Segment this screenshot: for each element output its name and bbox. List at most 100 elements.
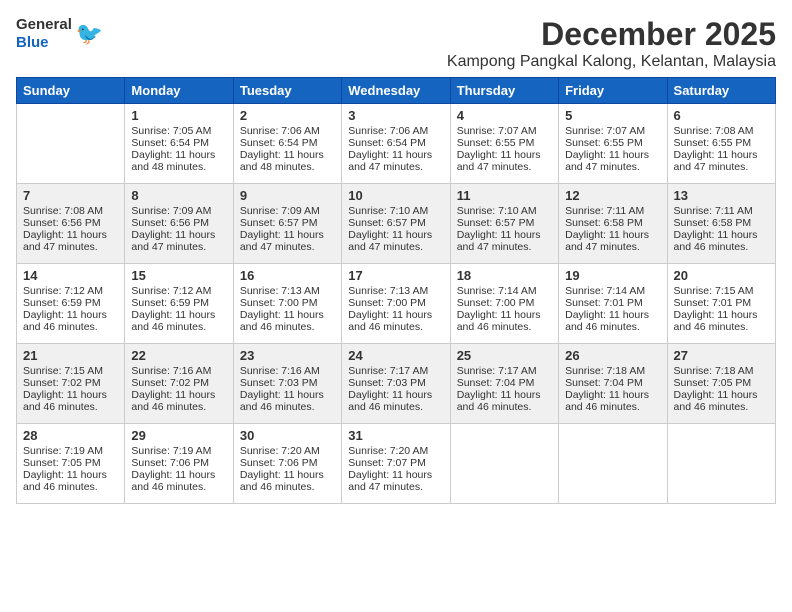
header-thursday: Thursday [450,78,558,104]
calendar-cell: 2 Sunrise: 7:06 AMSunset: 6:54 PMDaylight… [233,104,341,184]
sunset-text: Sunset: 7:02 PM [131,377,226,389]
sunset-text: Sunset: 7:01 PM [674,297,769,309]
sunrise-text: Sunrise: 7:19 AM [131,445,226,457]
day-number: 8 [131,188,226,203]
sunrise-text: Sunrise: 7:18 AM [674,365,769,377]
daylight-text: Daylight: 11 hours and 46 minutes. [131,389,226,413]
daylight-text: Daylight: 11 hours and 46 minutes. [348,389,443,413]
daylight-text: Daylight: 11 hours and 46 minutes. [457,309,552,333]
daylight-text: Daylight: 11 hours and 46 minutes. [674,389,769,413]
sunset-text: Sunset: 6:57 PM [457,217,552,229]
sunset-text: Sunset: 6:55 PM [457,137,552,149]
sunset-text: Sunset: 7:01 PM [565,297,660,309]
sunrise-text: Sunrise: 7:14 AM [457,285,552,297]
sunset-text: Sunset: 7:06 PM [131,457,226,469]
sunrise-text: Sunrise: 7:12 AM [23,285,118,297]
day-number: 3 [348,108,443,123]
sunrise-text: Sunrise: 7:12 AM [131,285,226,297]
day-number: 4 [457,108,552,123]
sunset-text: Sunset: 6:55 PM [565,137,660,149]
sunrise-text: Sunrise: 7:07 AM [457,125,552,137]
sunset-text: Sunset: 7:00 PM [240,297,335,309]
daylight-text: Daylight: 11 hours and 47 minutes. [565,229,660,253]
sunrise-text: Sunrise: 7:17 AM [457,365,552,377]
calendar-cell: 29Sunrise: 7:19 AMSunset: 7:06 PMDayligh… [125,424,233,504]
calendar-cell: 26Sunrise: 7:18 AMSunset: 7:04 PMDayligh… [559,344,667,424]
sunset-text: Sunset: 6:56 PM [23,217,118,229]
sunset-text: Sunset: 7:05 PM [674,377,769,389]
sunset-text: Sunset: 6:58 PM [565,217,660,229]
calendar-cell [17,104,125,184]
day-number: 14 [23,268,118,283]
day-number: 10 [348,188,443,203]
sunrise-text: Sunrise: 7:18 AM [565,365,660,377]
header-tuesday: Tuesday [233,78,341,104]
daylight-text: Daylight: 11 hours and 46 minutes. [23,389,118,413]
sunset-text: Sunset: 7:00 PM [348,297,443,309]
sunset-text: Sunset: 6:57 PM [240,217,335,229]
calendar-cell: 8 Sunrise: 7:09 AMSunset: 6:56 PMDaylight… [125,184,233,264]
sunset-text: Sunset: 6:56 PM [131,217,226,229]
calendar-cell: 4Sunrise: 7:07 AMSunset: 6:55 PMDaylight… [450,104,558,184]
day-number: 5 [565,108,660,123]
day-number: 9 [240,188,335,203]
calendar-week-row: 28 Sunrise: 7:19 AM Sunset: 7:05 PMDayligh… [17,424,776,504]
sunrise-text: Sunrise: 7:06 AM [348,125,443,137]
sunset-text: Sunset: 6:54 PM [348,137,443,149]
logo-bird-icon: 🐦 [76,21,103,47]
calendar-cell: 20Sunrise: 7:15 AMSunset: 7:01 PMDayligh… [667,264,775,344]
calendar-week-row: 7Sunrise: 7:08 AMSunset: 6:56 PMDaylight… [17,184,776,264]
day-number: 17 [348,268,443,283]
calendar-cell: 3Sunrise: 7:06 AMSunset: 6:54 PMDaylight… [342,104,450,184]
sunrise-text: Sunrise: 7:15 AM [23,365,118,377]
daylight-text: Daylight: 11 hours and 47 minutes. [565,149,660,173]
daylight-text: Daylight: 11 hours and 46 minutes. [674,309,769,333]
day-number: 15 [131,268,226,283]
day-number: 28 [23,428,118,443]
calendar-cell: 1Sunrise: 7:05 AMSunset: 6:54 PMDaylight… [125,104,233,184]
header-saturday: Saturday [667,78,775,104]
header-sunday: Sunday [17,78,125,104]
sunset-text: Sunset: 6:54 PM [240,137,335,149]
sunrise-text: Sunrise: 7:11 AM [674,205,769,217]
calendar-week-row: 21Sunrise: 7:15 AMSunset: 7:02 PMDayligh… [17,344,776,424]
calendar-cell: 25Sunrise: 7:17 AMSunset: 7:04 PMDayligh… [450,344,558,424]
daylight-text: Daylight: 11 hours and 48 minutes. [240,149,335,173]
header: General Blue 🐦 December 2025 Kampong Pan… [16,16,776,71]
day-number: 6 [674,108,769,123]
sunset-text: Sunset: 6:59 PM [23,297,118,309]
day-number: 27 [674,348,769,363]
sunset-text: Sunset: 7:03 PM [348,377,443,389]
calendar-cell: 15Sunrise: 7:12 AMSunset: 6:59 PMDayligh… [125,264,233,344]
sunrise-text: Sunrise: 7:20 AM [240,445,335,457]
sunrise-text: Sunrise: 7:07 AM [565,125,660,137]
daylight-text: Daylight: 11 hours and 47 minutes. [131,229,226,253]
day-number: 18 [457,268,552,283]
logo-general: General [16,16,72,33]
daylight-text: Daylight: 11 hours and 48 minutes. [131,149,226,173]
calendar-cell: 11Sunrise: 7:10 AMSunset: 6:57 PMDayligh… [450,184,558,264]
sunset-text: Sunset: 7:05 PM [23,457,118,469]
day-number: 16 [240,268,335,283]
sunrise-text: Sunrise: 7:09 AM [131,205,226,217]
sunrise-text: Sunrise: 7:06 AM [240,125,335,137]
header-friday: Friday [559,78,667,104]
calendar-cell: 31Sunrise: 7:20 AMSunset: 7:07 PMDayligh… [342,424,450,504]
sunrise-text: Sunrise: 7:20 AM [348,445,443,457]
calendar-cell: 10Sunrise: 7:10 AMSunset: 6:57 PMDayligh… [342,184,450,264]
day-number: 13 [674,188,769,203]
daylight-text: Daylight: 11 hours and 46 minutes. [674,229,769,253]
calendar-cell: 18Sunrise: 7:14 AMSunset: 7:00 PMDayligh… [450,264,558,344]
daylight-text: Daylight: 11 hours and 46 minutes. [23,469,118,493]
calendar-cell: 7Sunrise: 7:08 AMSunset: 6:56 PMDaylight… [17,184,125,264]
title-block: December 2025 Kampong Pangkal Kalong, Ke… [447,16,776,71]
day-number: 30 [240,428,335,443]
daylight-text: Daylight: 11 hours and 47 minutes. [240,229,335,253]
sunset-text: Sunset: 6:54 PM [131,137,226,149]
sunset-text: Sunset: 7:04 PM [565,377,660,389]
calendar-cell: 13Sunrise: 7:11 AMSunset: 6:58 PMDayligh… [667,184,775,264]
day-number: 2 [240,108,335,123]
sunset-text: Sunset: 7:06 PM [240,457,335,469]
day-number: 19 [565,268,660,283]
calendar-cell: 23Sunrise: 7:16 AMSunset: 7:03 PMDayligh… [233,344,341,424]
